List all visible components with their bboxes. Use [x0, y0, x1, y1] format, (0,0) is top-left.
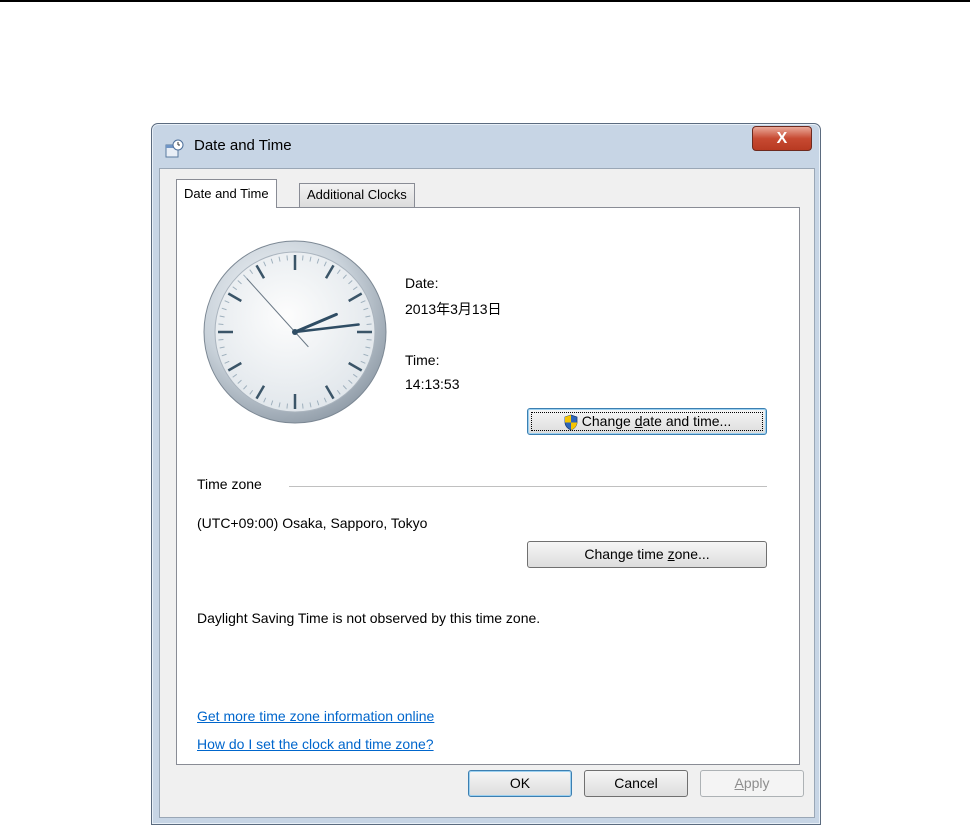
more-time-zone-info-link[interactable]: Get more time zone information online: [197, 708, 434, 724]
how-to-set-clock-link[interactable]: How do I set the clock and time zone?: [197, 736, 434, 752]
clock-minute-tick: [302, 403, 304, 409]
date-label: Date:: [405, 275, 439, 291]
clock-minute-tick: [218, 323, 224, 325]
clock-minute-tick: [366, 323, 372, 325]
clock-minute-tick: [286, 403, 288, 409]
change-time-zone-label-pre: Change time: [584, 546, 668, 562]
clock-minute-tick: [366, 339, 372, 341]
apply-label-rest: pply: [743, 775, 770, 791]
change-time-zone-accel: z: [667, 546, 675, 562]
date-time-dialog: Date and Time X Date and Time Additional…: [151, 123, 821, 825]
apply-accel: A: [734, 775, 744, 791]
dialog-client-area: Date and Time Additional Clocks Date: 20…: [159, 168, 815, 818]
top-border-line: [0, 0, 970, 2]
date-time-tab-panel: Date: 2013年3月13日 Time: 14:13:53 Change d…: [176, 207, 800, 765]
time-zone-separator: [289, 486, 767, 487]
time-label: Time:: [405, 352, 440, 368]
title-bar[interactable]: Date and Time X: [152, 124, 820, 168]
cancel-button[interactable]: Cancel: [584, 770, 688, 797]
date-time-app-icon: [165, 139, 184, 158]
time-zone-value: (UTC+09:00) Osaka, Sapporo, Tokyo: [197, 515, 428, 531]
change-date-time-button[interactable]: Change date and time...: [527, 408, 767, 435]
close-button[interactable]: X: [752, 126, 812, 151]
clock-minute-tick: [302, 255, 304, 261]
change-time-zone-label-post: one...: [674, 546, 710, 562]
dst-note: Daylight Saving Time is not observed by …: [197, 610, 541, 626]
window-title: Date and Time: [194, 137, 292, 154]
time-zone-section-label: Time zone: [197, 476, 262, 492]
ok-button[interactable]: OK: [468, 770, 572, 797]
apply-button[interactable]: Apply: [700, 770, 804, 797]
tab-additional-clocks[interactable]: Additional Clocks: [299, 183, 415, 207]
analog-clock-face: [203, 240, 387, 424]
clock-minute-tick: [286, 255, 288, 261]
focus-rectangle: [531, 412, 763, 431]
change-time-zone-button[interactable]: Change time zone...: [527, 541, 767, 568]
clock-center-pin: [292, 329, 298, 335]
time-value: 14:13:53: [405, 376, 460, 392]
tab-date-and-time[interactable]: Date and Time: [176, 179, 277, 208]
date-value: 2013年3月13日: [405, 301, 502, 317]
clock-minute-tick: [218, 339, 224, 341]
